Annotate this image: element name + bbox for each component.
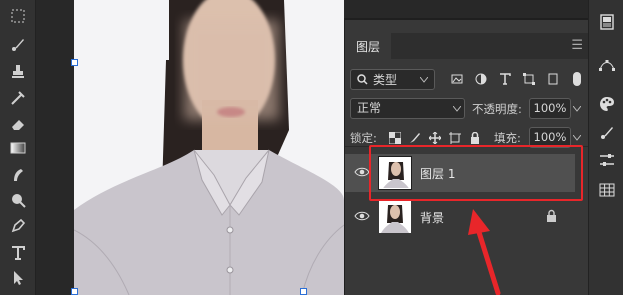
panel-menu-icon[interactable]: ☰ xyxy=(571,38,583,53)
smudge-icon[interactable] xyxy=(8,165,28,185)
adjustment-filter-icon[interactable] xyxy=(474,72,488,86)
panel-tab-bar: 图层 ☰ xyxy=(345,33,589,59)
blend-mode-dropdown[interactable]: 正常 xyxy=(350,98,465,119)
lock-all-icon[interactable] xyxy=(468,131,482,145)
transform-handle[interactable] xyxy=(71,288,78,295)
right-dock xyxy=(588,0,623,295)
type-filter-icon[interactable] xyxy=(498,72,512,86)
canvas-area[interactable] xyxy=(36,0,344,295)
type-icon[interactable] xyxy=(8,243,28,263)
filter-toggle-icon[interactable] xyxy=(572,72,582,86)
smart-object-filter-icon[interactable] xyxy=(546,72,560,86)
opacity-input[interactable]: 100% xyxy=(529,98,571,119)
select-arrow-icon[interactable] xyxy=(8,268,28,288)
grid-icon[interactable] xyxy=(597,180,617,200)
layer-name[interactable]: 背景 xyxy=(420,209,444,226)
layer-row-background[interactable]: 背景 xyxy=(345,198,575,236)
marquee-icon[interactable] xyxy=(8,6,28,26)
lock-pixels-icon[interactable] xyxy=(408,131,422,145)
paths-icon[interactable] xyxy=(597,54,617,74)
lock-position-icon[interactable] xyxy=(428,131,442,145)
blend-mode-value: 正常 xyxy=(357,101,382,115)
brush-icon[interactable] xyxy=(8,34,28,54)
search-icon xyxy=(357,74,368,85)
eye-icon[interactable] xyxy=(354,166,370,178)
opacity-label: 不透明度: xyxy=(472,102,522,116)
fill-label: 填充: xyxy=(494,131,521,145)
pen-icon[interactable] xyxy=(8,216,28,236)
color-palette-icon[interactable] xyxy=(597,94,617,114)
adjustments-icon[interactable] xyxy=(597,150,617,170)
transform-handle[interactable] xyxy=(71,59,78,66)
stamp-icon[interactable] xyxy=(8,62,28,82)
transform-handle[interactable] xyxy=(300,288,307,295)
highlight-box xyxy=(369,145,583,201)
eraser-icon[interactable] xyxy=(8,114,28,134)
chevron-down-icon xyxy=(420,76,428,83)
lock-transparent-icon[interactable] xyxy=(388,131,402,145)
lock-label: 锁定: xyxy=(350,131,377,145)
dodge-icon[interactable] xyxy=(8,190,28,210)
chevron-down-icon xyxy=(451,103,463,115)
chevron-down-icon[interactable] xyxy=(571,103,583,115)
pixel-filter-icon[interactable] xyxy=(450,72,464,86)
eye-icon[interactable] xyxy=(354,210,370,222)
gradient-icon[interactable] xyxy=(8,138,28,158)
filter-kind-dropdown[interactable]: 类型 xyxy=(350,69,435,90)
tab-layers[interactable]: 图层 xyxy=(345,33,391,59)
document-canvas[interactable] xyxy=(74,0,344,295)
shape-filter-icon[interactable] xyxy=(522,72,536,86)
chevron-down-icon[interactable] xyxy=(571,132,583,144)
history-brush-icon[interactable] xyxy=(8,88,28,108)
lock-artboard-icon[interactable] xyxy=(448,131,462,145)
lock-icon xyxy=(547,209,556,222)
properties-icon[interactable] xyxy=(597,12,617,32)
photoshop-window: ◀◀ ✕ 图层 ☰ 类型 正常 不透明度: 100% xyxy=(0,0,623,295)
brush-settings-icon[interactable] xyxy=(597,122,617,142)
portrait-photo xyxy=(74,0,344,295)
tools-panel xyxy=(0,0,36,295)
layer-thumbnail xyxy=(379,201,411,233)
red-arrow-annotation xyxy=(468,209,501,295)
filter-kind-label: 类型 xyxy=(373,73,398,87)
